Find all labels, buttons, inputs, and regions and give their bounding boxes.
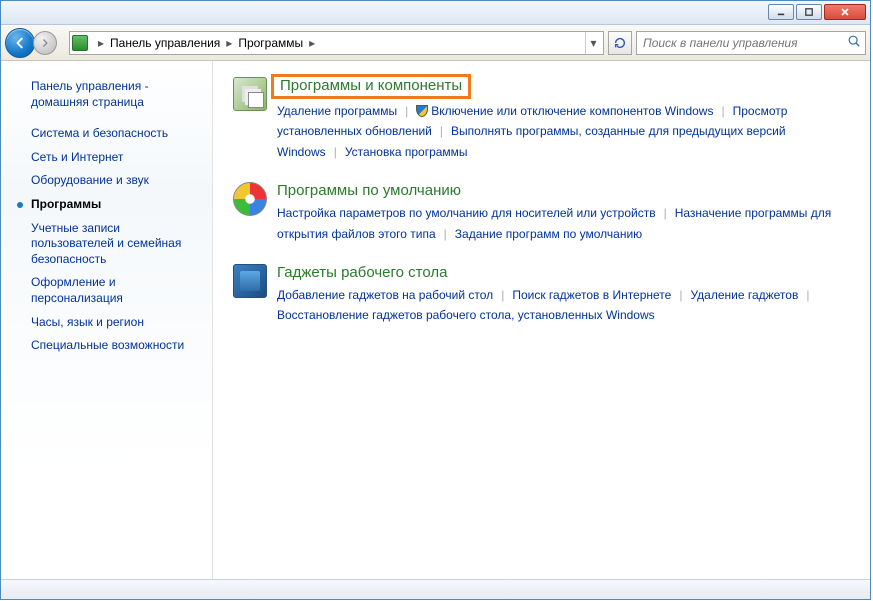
- link-separator: |: [721, 104, 724, 118]
- category-links: Добавление гаджетов на рабочий стол | Поис…: [277, 285, 850, 326]
- task-link[interactable]: Добавление гаджетов на рабочий стол: [277, 288, 493, 302]
- task-link[interactable]: Восстановление гаджетов рабочего стола, …: [277, 308, 655, 322]
- task-link[interactable]: Удаление программы: [277, 104, 397, 118]
- sidebar-item[interactable]: Программы: [11, 193, 206, 217]
- body: Панель управления - домашняя страница Си…: [1, 61, 870, 579]
- search-icon: [847, 34, 861, 51]
- sidebar-item[interactable]: Система и безопасность: [11, 122, 206, 146]
- task-link[interactable]: Установка программы: [345, 145, 468, 159]
- link-separator: |: [405, 104, 408, 118]
- breadcrumb-sep-icon: ▸: [98, 36, 104, 50]
- back-button[interactable]: [5, 28, 35, 58]
- breadcrumb-item[interactable]: Программы: [238, 36, 303, 50]
- search-box[interactable]: [636, 31, 866, 55]
- content-area: Программы и компонентыУдаление программы…: [213, 61, 870, 579]
- breadcrumb-item[interactable]: Панель управления: [110, 36, 220, 50]
- sidebar-home-link[interactable]: Панель управления - домашняя страница: [11, 79, 206, 110]
- breadcrumb-sep-icon: ▸: [226, 36, 232, 50]
- category-title[interactable]: Программы и компоненты: [271, 74, 471, 99]
- category-section: Программы по умолчанию Настройка параметр…: [233, 182, 850, 244]
- breadcrumb-sep-icon: ▸: [309, 36, 315, 50]
- sidebar-item[interactable]: Сеть и Интернет: [11, 146, 206, 170]
- category-title[interactable]: Программы по умолчанию: [277, 182, 461, 199]
- sidebar-item[interactable]: Часы, язык и регион: [11, 311, 206, 335]
- search-input[interactable]: [641, 35, 847, 51]
- category-icon[interactable]: [233, 182, 267, 216]
- link-separator: |: [501, 288, 504, 302]
- sidebar-item[interactable]: Оформление и персонализация: [11, 271, 206, 310]
- link-separator: |: [444, 227, 447, 241]
- link-separator: |: [806, 288, 809, 302]
- task-link[interactable]: Задание программ по умолчанию: [455, 227, 642, 241]
- link-separator: |: [440, 124, 443, 138]
- category-links: Удаление программы | Включение или отключе…: [277, 101, 850, 162]
- uac-shield-icon: [416, 105, 428, 117]
- sidebar-item[interactable]: Оборудование и звук: [11, 169, 206, 193]
- nav-buttons: [5, 28, 65, 58]
- task-link[interactable]: Включение или отключение компонентов Win…: [431, 104, 713, 118]
- category-title[interactable]: Гаджеты рабочего стола: [277, 264, 447, 281]
- sidebar-item[interactable]: Специальные возможности: [11, 334, 206, 358]
- close-button[interactable]: [824, 4, 866, 20]
- maximize-button[interactable]: [796, 4, 822, 20]
- category-section: Программы и компонентыУдаление программы…: [233, 77, 850, 162]
- titlebar: [1, 1, 870, 25]
- control-panel-icon: [72, 35, 88, 51]
- category-links: Настройка параметров по умолчанию для но…: [277, 203, 850, 244]
- forward-button[interactable]: [33, 31, 57, 55]
- link-separator: |: [679, 288, 682, 302]
- category-icon[interactable]: [233, 264, 267, 298]
- minimize-button[interactable]: [768, 4, 794, 20]
- navbar: ▸ Панель управления ▸ Программы ▸ ▾: [1, 25, 870, 61]
- task-link[interactable]: Поиск гаджетов в Интернете: [512, 288, 671, 302]
- sidebar: Панель управления - домашняя страница Си…: [1, 61, 213, 579]
- category-section: Гаджеты рабочего стола Добавление гаджето…: [233, 264, 850, 326]
- refresh-button[interactable]: [608, 31, 632, 55]
- category-icon[interactable]: [233, 77, 267, 111]
- status-bar: [1, 579, 870, 599]
- address-dropdown-icon[interactable]: ▾: [585, 32, 601, 54]
- sidebar-item[interactable]: Учетные записи пользователей и семейная …: [11, 217, 206, 272]
- task-link[interactable]: Настройка параметров по умолчанию для но…: [277, 206, 656, 220]
- address-bar[interactable]: ▸ Панель управления ▸ Программы ▸ ▾: [69, 31, 604, 55]
- link-separator: |: [334, 145, 337, 159]
- control-panel-window: ▸ Панель управления ▸ Программы ▸ ▾ Пане…: [0, 0, 871, 600]
- link-separator: |: [664, 206, 667, 220]
- task-link[interactable]: Удаление гаджетов: [690, 288, 798, 302]
